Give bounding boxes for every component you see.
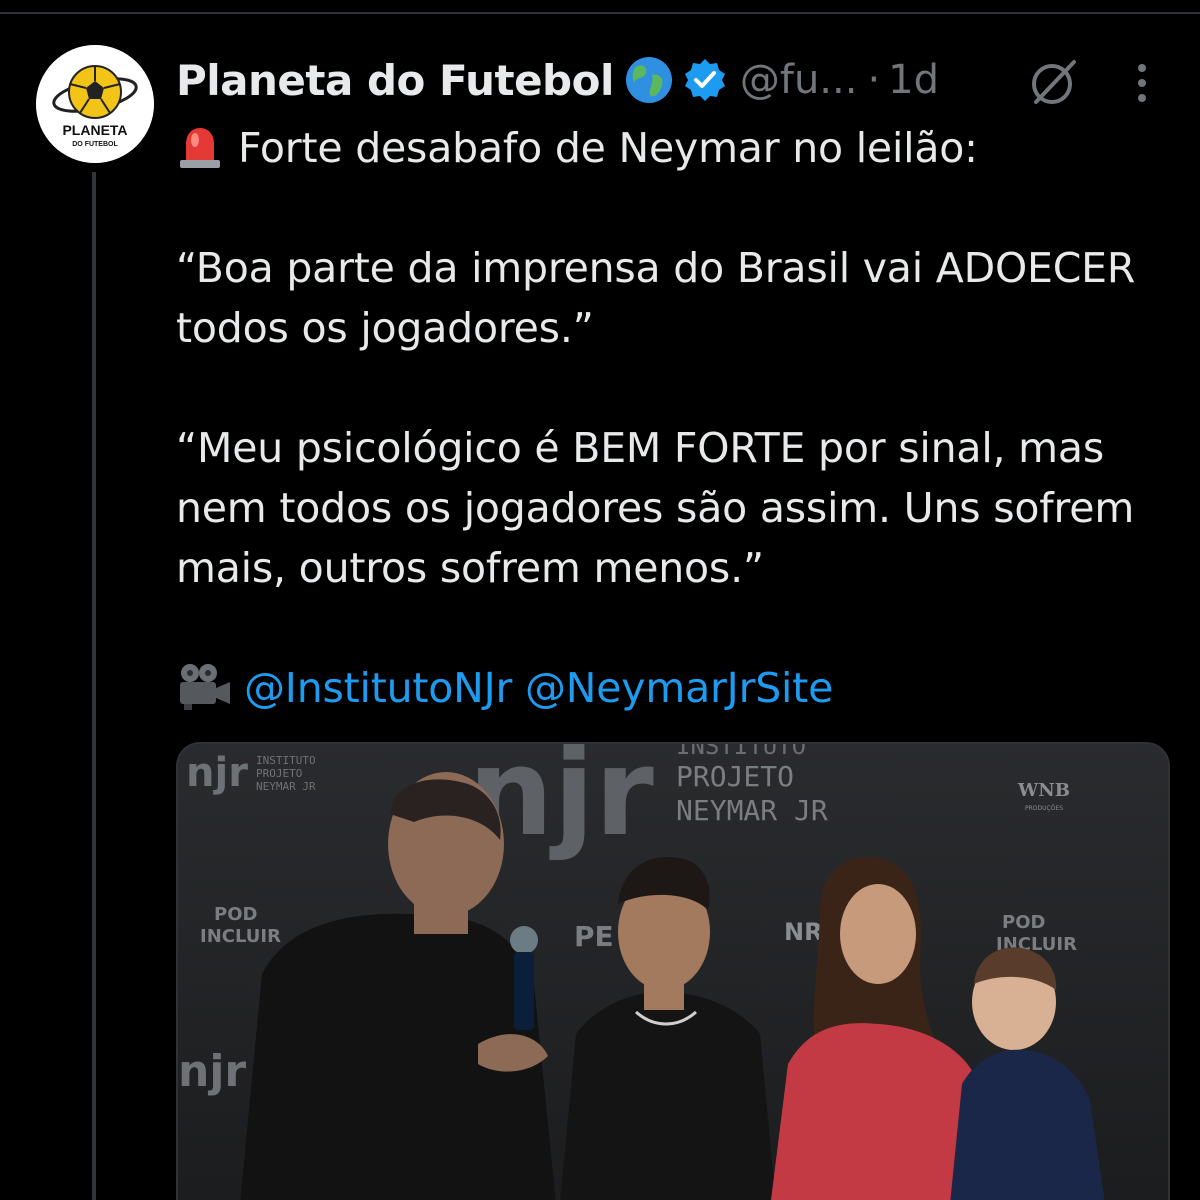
logo-small-1: INSTITUTO — [256, 754, 316, 767]
wnb-sub: PRODUÇÕES — [1025, 805, 1063, 812]
mentions-line: @InstitutoNJr @NeymarJrSite — [176, 658, 1166, 718]
video-frame: njr INSTITUTO PROJETO NEYMAR JR njr INST… — [178, 744, 1168, 1200]
globe-icon — [625, 57, 672, 103]
separator-dot: · — [867, 57, 881, 103]
pod-right-1: POD — [1002, 912, 1045, 933]
pod-left-1: POD — [214, 904, 257, 925]
tweet-text: Forte desabafo de Neymar no leilão: “Boa… — [176, 118, 1166, 718]
planeta-logo: PLANETA DO FUTEBOL — [36, 45, 154, 163]
wnb-logo: WNB — [1017, 780, 1070, 801]
logo-big-1: INSTITUTO — [676, 744, 806, 760]
mention-institutonjr[interactable]: @InstitutoNJr — [244, 664, 512, 712]
tweet-line-1: Forte desabafo de Neymar no leilão: — [176, 118, 1166, 178]
pod-left-2: INCLUIR — [200, 926, 281, 947]
monogram-left: njr — [178, 1046, 246, 1097]
avatar-text-1: PLANETA — [62, 122, 127, 138]
tweet-media[interactable]: njr INSTITUTO PROJETO NEYMAR JR njr INST… — [176, 742, 1170, 1200]
intro-text: Forte desabafo de Neymar no leilão: — [238, 124, 978, 172]
nr-logo: NR — [784, 918, 823, 946]
logo-big-3: NEYMAR JR — [676, 794, 828, 827]
quote-1: “Boa parte da imprensa do Brasil vai ADO… — [176, 244, 1136, 352]
display-name[interactable]: Planeta do Futebol — [176, 56, 614, 105]
thread-line — [92, 172, 96, 1200]
top-divider — [0, 0, 1200, 14]
quote-2: “Meu psicológico é BEM FORTE por sinal, … — [176, 424, 1135, 592]
monogram-small: njr — [186, 750, 248, 796]
siren-icon — [180, 128, 220, 168]
camera-icon — [180, 664, 230, 710]
logo-small-3: NEYMAR JR — [256, 780, 316, 793]
tweet-header: Planeta do Futebol @fu... · 1d — [176, 50, 1176, 110]
more-icon[interactable] — [1122, 58, 1162, 108]
microphone — [510, 926, 538, 1030]
logo-small-2: PROJETO — [256, 767, 302, 780]
timestamp[interactable]: 1d — [888, 57, 939, 103]
mention-neymarjrsite[interactable]: @NeymarJrSite — [525, 664, 833, 712]
grok-icon[interactable] — [1028, 56, 1080, 108]
logo-big-2: PROJETO — [676, 760, 794, 793]
avatar[interactable]: PLANETA DO FUTEBOL — [36, 45, 154, 163]
handle[interactable]: @fu... — [740, 57, 858, 103]
verified-icon[interactable] — [682, 57, 728, 103]
avatar-text-2: DO FUTEBOL — [72, 141, 118, 148]
pe-logo: PE — [574, 920, 614, 953]
